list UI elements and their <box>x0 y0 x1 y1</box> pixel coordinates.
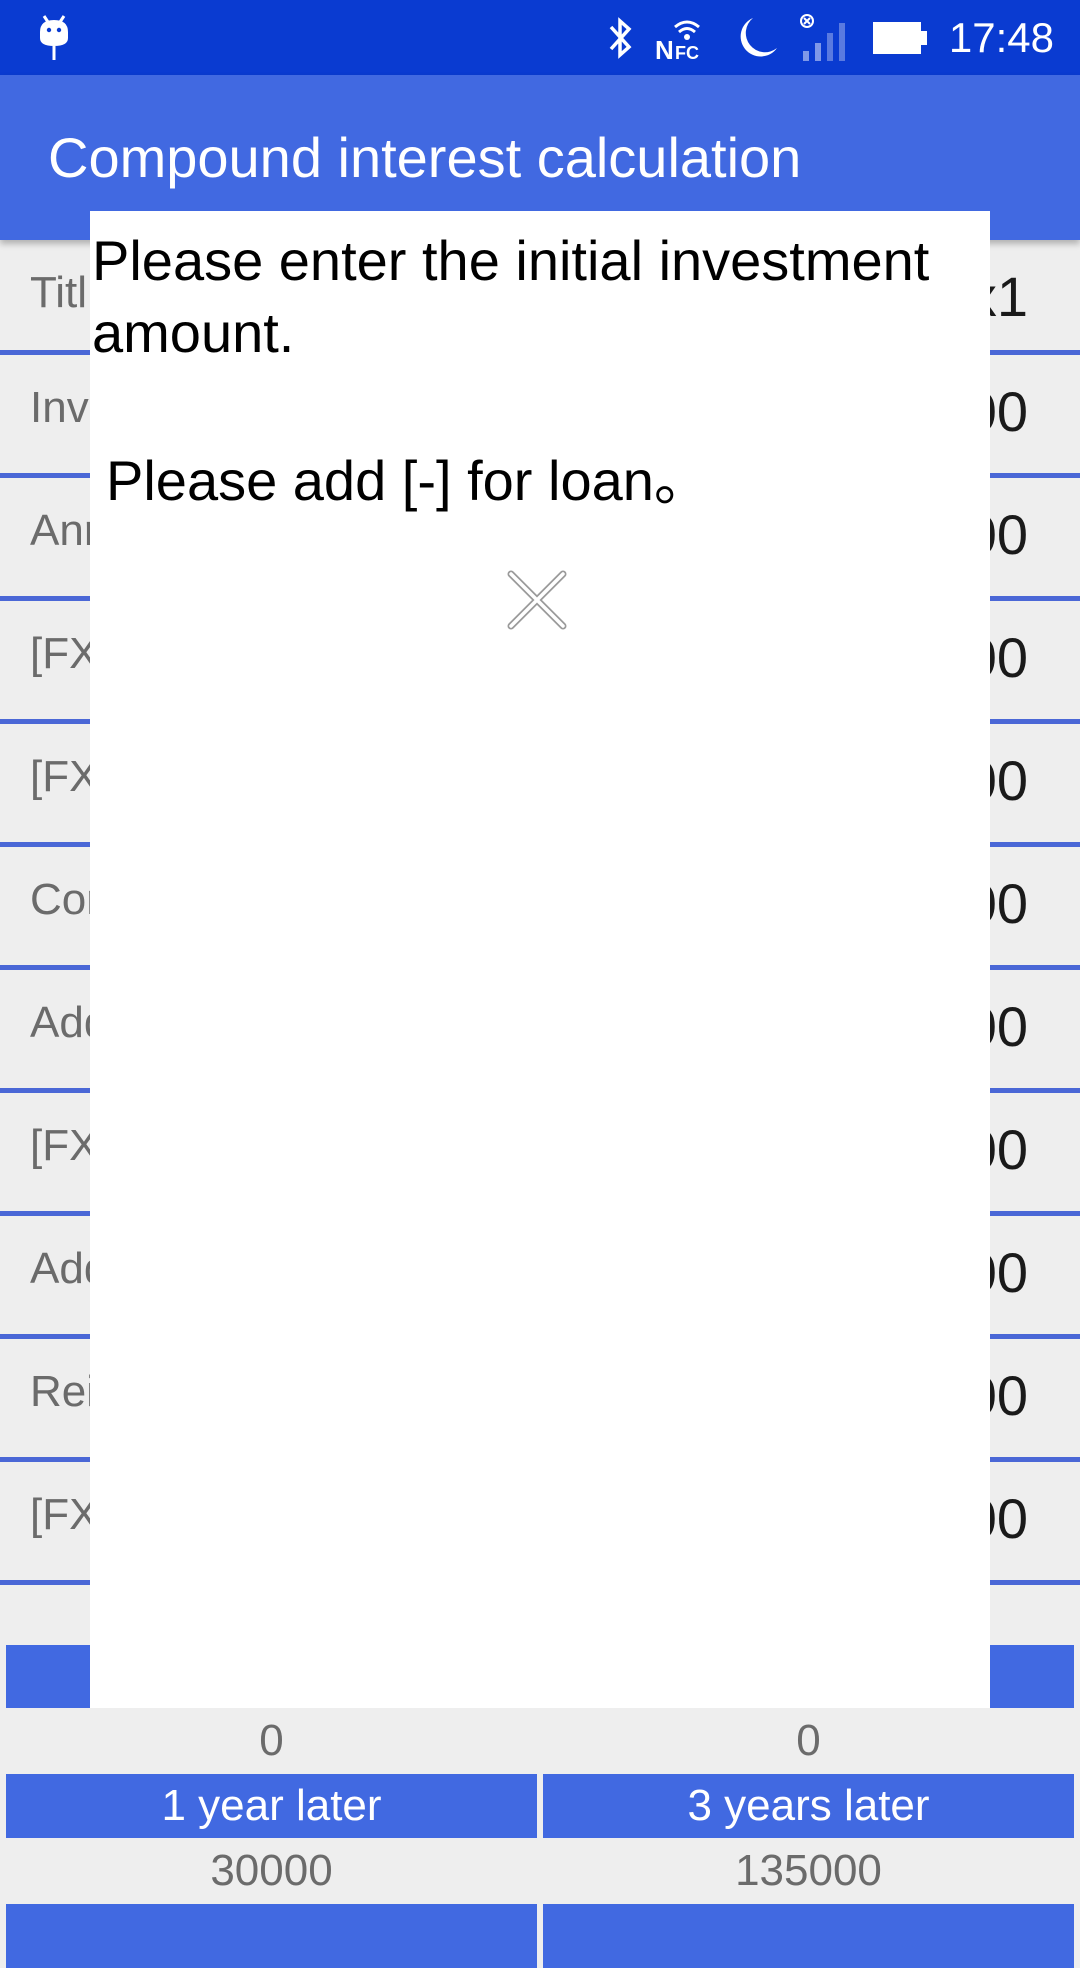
row-label: [FX <box>30 752 99 801</box>
nfc-icon: N FC <box>655 20 700 63</box>
row-label: [FX <box>30 629 99 678</box>
result-header-next-left <box>6 1904 537 1968</box>
result-header-1-year: 1 year later <box>6 1774 537 1838</box>
page-title: Compound interest calculation <box>48 126 802 189</box>
bluetooth-icon <box>609 16 632 59</box>
row-label: [FX <box>30 1490 99 1539</box>
svg-text:FC: FC <box>675 43 699 63</box>
row-label: Rei <box>30 1367 97 1416</box>
dialog-note: Please add [-] for loan。 <box>106 449 710 512</box>
result-value-1-year: 30000 <box>210 1846 333 1895</box>
row-label: Titl <box>30 268 88 317</box>
svg-text:N: N <box>655 35 674 63</box>
dialog-message: Please enter the initial investment amou… <box>92 229 930 364</box>
result-header-next-right <box>543 1904 1074 1968</box>
battery-icon <box>872 21 927 54</box>
results-panel: 0 0 1 year later 3 years later 30000 135… <box>0 1708 1080 1968</box>
close-icon[interactable] <box>505 568 569 632</box>
result-value-left-top: 0 <box>259 1716 284 1765</box>
result-value-right-top: 0 <box>796 1716 821 1765</box>
status-time: 17:48 <box>948 13 1054 61</box>
do-not-disturb-moon-icon <box>740 17 777 56</box>
row-label: Inv <box>30 383 89 432</box>
row-label: Anr <box>30 506 99 555</box>
android-debug-icon <box>40 15 68 60</box>
result-value-3-years: 135000 <box>735 1846 882 1895</box>
help-dialog: Please enter the initial investment amou… <box>90 211 990 1708</box>
result-header-3-years: 3 years later <box>543 1774 1074 1838</box>
signal-no-sim-icon <box>799 13 845 61</box>
row-label: [FX <box>30 1121 99 1170</box>
status-bar: N FC 17:48 <box>0 0 1080 75</box>
